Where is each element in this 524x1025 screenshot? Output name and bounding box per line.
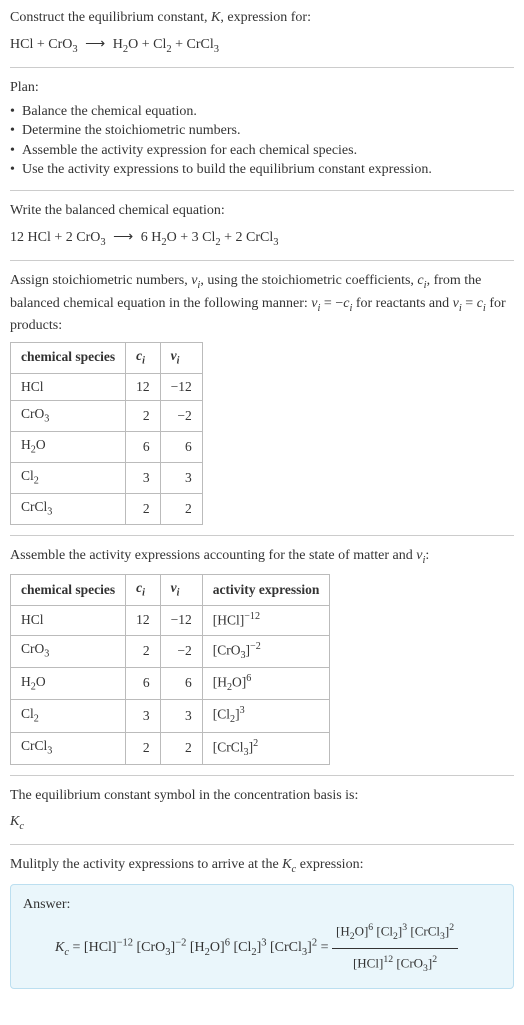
answer-fraction: [H2O]6 [Cl2]3 [CrCl3]2 [HCl]12 [CrO3]2 xyxy=(332,918,458,978)
table-row: Cl2 3 3 [Cl2]3 xyxy=(11,700,330,732)
assign-label: Assign stoichiometric numbers, νi, using… xyxy=(10,271,514,336)
prompt-suffix: , expression for: xyxy=(220,10,311,25)
table-row: H2O 6 6 [H2O]6 xyxy=(11,667,330,699)
divider xyxy=(10,775,514,776)
plan-section: Plan: •Balance the chemical equation. •D… xyxy=(10,78,514,180)
prompt-var: K xyxy=(211,10,220,25)
prompt-prefix: Construct the equilibrium constant, xyxy=(10,10,211,25)
table-row: CrCl3 2 2 [CrCl3]2 xyxy=(11,732,330,764)
divider xyxy=(10,535,514,536)
table-row: H2O 6 6 xyxy=(11,432,203,463)
col-species: chemical species xyxy=(11,342,126,373)
arrow-icon: ⟶ xyxy=(109,228,137,244)
answer-expression: Kc = [HCl]−12 [CrO3]−2 [H2O]6 [Cl2]3 [Cr… xyxy=(23,918,501,978)
balanced-equation: 12 HCl + 2 CrO3 ⟶ 6 H2O + 3 Cl2 + 2 CrCl… xyxy=(10,227,514,250)
stoichiometry-table: chemical species ci νi HCl 12 −12 CrO3 2… xyxy=(10,342,203,525)
kc-symbol: Kc xyxy=(10,812,514,834)
divider xyxy=(10,67,514,68)
col-nui: νi xyxy=(160,342,202,373)
table-header-row: chemical species ci νi activity expressi… xyxy=(11,575,330,606)
product-2: Cl2 xyxy=(153,37,171,52)
plan-bullet: •Balance the chemical equation. xyxy=(10,102,514,122)
answer-box: Answer: Kc = [HCl]−12 [CrO3]−2 [H2O]6 [C… xyxy=(10,884,514,989)
bullet-icon: • xyxy=(10,141,22,161)
final-label: Mulitply the activity expressions to arr… xyxy=(10,855,514,877)
plan-bullet: •Determine the stoichiometric numbers. xyxy=(10,121,514,141)
divider xyxy=(10,260,514,261)
table-row: Cl2 3 3 xyxy=(11,463,203,494)
reactant-2: CrO3 xyxy=(48,37,77,52)
table-row: CrCl3 2 2 xyxy=(11,494,203,525)
plan-bullet: •Assemble the activity expression for ea… xyxy=(10,141,514,161)
prompt: Construct the equilibrium constant, K, e… xyxy=(10,8,514,28)
plan-label: Plan: xyxy=(10,78,514,98)
col-ci: ci xyxy=(126,342,161,373)
activity-label: Assemble the activity expressions accoun… xyxy=(10,546,514,568)
bullet-icon: • xyxy=(10,160,22,180)
product-3: CrCl3 xyxy=(187,37,219,52)
unbalanced-equation: HCl + CrO3 ⟶ H2O + Cl2 + CrCl3 xyxy=(10,34,514,57)
balanced-label: Write the balanced chemical equation: xyxy=(10,201,514,221)
plan-bullet: •Use the activity expressions to build t… xyxy=(10,160,514,180)
kc-label: The equilibrium constant symbol in the c… xyxy=(10,786,514,806)
table-row: HCl 12 −12 xyxy=(11,373,203,401)
table-row: CrO3 2 −2 xyxy=(11,401,203,432)
divider xyxy=(10,190,514,191)
table-row: HCl 12 −12 [HCl]−12 xyxy=(11,606,330,635)
answer-label: Answer: xyxy=(23,895,501,915)
activity-table: chemical species ci νi activity expressi… xyxy=(10,574,330,765)
bullet-icon: • xyxy=(10,102,22,122)
divider xyxy=(10,844,514,845)
table-row: CrO3 2 −2 [CrO3]−2 xyxy=(11,635,330,667)
product-1: H2O xyxy=(113,37,139,52)
bullet-icon: • xyxy=(10,121,22,141)
reactant-1: HCl xyxy=(10,37,33,52)
table-header-row: chemical species ci νi xyxy=(11,342,203,373)
arrow-icon: ⟶ xyxy=(81,35,109,51)
